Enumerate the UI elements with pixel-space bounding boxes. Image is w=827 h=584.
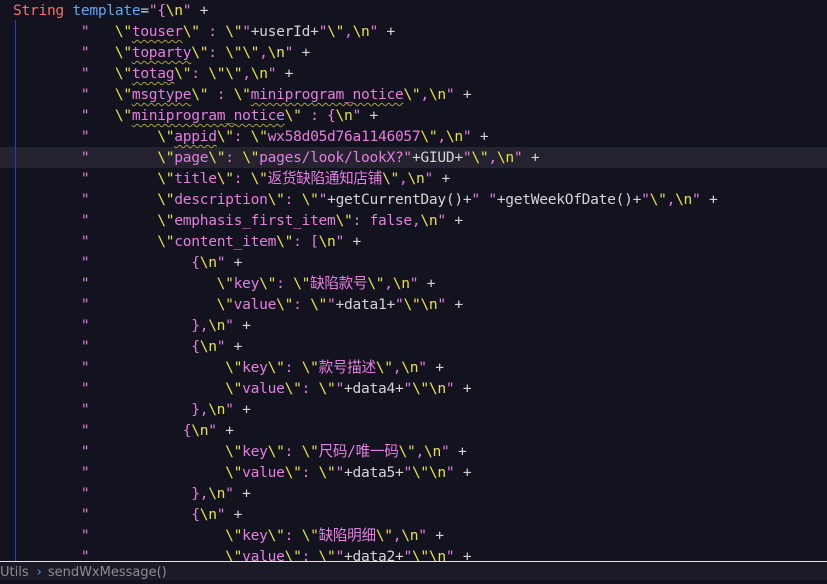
code-line[interactable]: " \"value\": \""+data4+"\"\n" + — [13, 378, 472, 399]
breadcrumb: Utils › sendWxMessage() — [0, 562, 827, 580]
code-line[interactable]: " \"key\": \"款号描述\",\n" + — [13, 357, 444, 378]
code-line[interactable]: " {\n" + — [13, 252, 243, 273]
code-line[interactable]: " \"totag\": \"\",\n" + — [13, 63, 294, 84]
code-line[interactable]: " \"msgtype\" : \"miniprogram_notice\",\… — [13, 84, 472, 105]
code-line[interactable]: " \"value\": \""+data5+"\"\n" + — [13, 462, 472, 483]
code-line[interactable]: " \"content_item\": [\n" + — [13, 231, 361, 252]
code-line[interactable]: " },\n" + — [13, 315, 251, 336]
code-line[interactable]: " },\n" + — [13, 399, 251, 420]
code-line[interactable]: " \"key\": \"尺码/唯一码\",\n" + — [13, 441, 467, 462]
code-line[interactable]: " {\n" + — [13, 420, 234, 441]
code-line[interactable]: " \"key\": \"缺陷款号\",\n" + — [13, 273, 436, 294]
code-line[interactable]: String template="{\n" + — [13, 0, 209, 21]
chevron-right-icon: › — [36, 565, 42, 580]
code-line[interactable]: " \"title\": \"返货缺陷通知店铺\",\n" + — [13, 168, 450, 189]
breadcrumb-class[interactable]: Utils — [0, 565, 29, 580]
code-line[interactable]: " \"value\": \""+data1+"\"\n" + — [13, 294, 463, 315]
code-line[interactable]: " \"toparty\": \"\",\n" + — [13, 42, 311, 63]
code-line[interactable]: " },\n" + — [13, 483, 251, 504]
code-line[interactable]: " {\n" + — [13, 336, 243, 357]
code-line[interactable]: " \"page\": \"pages/look/lookX?"+GIUD+"\… — [13, 147, 540, 168]
code-line[interactable]: " \"emphasis_first_item\": false,\n" + — [13, 210, 463, 231]
code-editor[interactable]: String template="{\n" + " \"touser\" : \… — [0, 0, 827, 562]
code-line[interactable]: " \"touser\" : \""+userId+"\",\n" + — [13, 21, 395, 42]
code-line[interactable]: " \"key\": \"缺陷明细\",\n" + — [13, 525, 444, 546]
code-line[interactable]: " \"value\": \""+data2+"\"\n" + — [13, 546, 472, 562]
code-line[interactable]: " \"miniprogram_notice\" : {\n" + — [13, 105, 378, 126]
code-line[interactable]: " \"appid\": \"wx58d05d76a1146057\",\n" … — [13, 126, 489, 147]
code-line[interactable]: " \"description\": \""+getCurrentDay()+"… — [13, 189, 718, 210]
breadcrumb-method[interactable]: sendWxMessage() — [48, 565, 167, 580]
code-line[interactable]: " {\n" + — [13, 504, 243, 525]
